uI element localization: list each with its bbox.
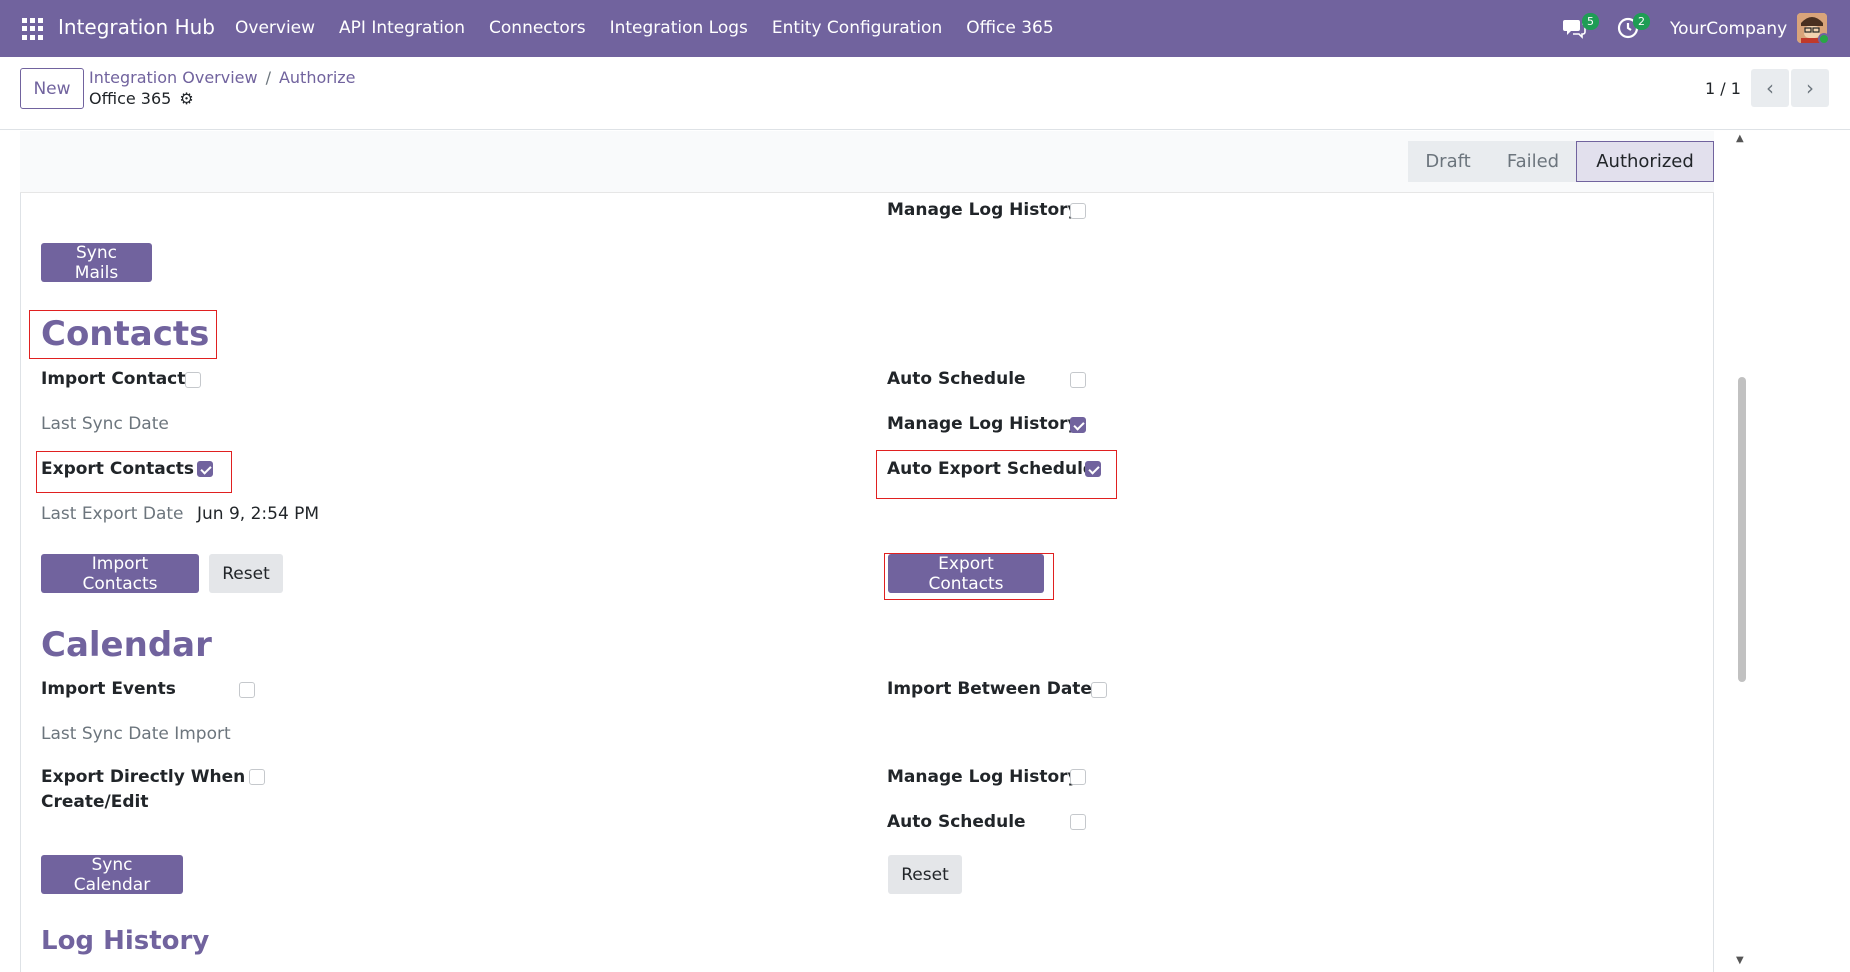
- menu-api-integration[interactable]: API Integration: [339, 18, 465, 38]
- menu-integration-logs[interactable]: Integration Logs: [610, 18, 748, 38]
- contacts-manage-log-history-label: Manage Log History: [887, 414, 1079, 434]
- breadcrumb: Integration Overview / Authorize: [89, 68, 356, 87]
- new-button[interactable]: New: [20, 68, 84, 109]
- contacts-reset-button[interactable]: Reset: [209, 554, 283, 593]
- import-events-checkbox[interactable]: [239, 682, 255, 698]
- calendar-manage-log-history-label: Manage Log History: [887, 767, 1079, 787]
- calendar-heading: Calendar: [41, 625, 212, 665]
- highlight-box-auto-export-schedule: [876, 450, 1117, 499]
- breadcrumb-integration-overview[interactable]: Integration Overview: [89, 68, 258, 87]
- gear-icon[interactable]: ⚙: [179, 89, 193, 108]
- sync-calendar-button[interactable]: Sync Calendar: [41, 855, 183, 895]
- calendar-auto-schedule-label: Auto Schedule: [887, 812, 1026, 832]
- calendar-auto-schedule-checkbox[interactable]: [1070, 814, 1086, 830]
- menu-overview[interactable]: Overview: [235, 18, 315, 38]
- breadcrumb-separator: /: [265, 68, 271, 87]
- import-contact-checkbox[interactable]: [185, 372, 201, 388]
- last-sync-date-import-label: Last Sync Date Import: [41, 724, 231, 744]
- calendar-reset-button[interactable]: Reset: [888, 855, 962, 894]
- last-export-date-label: Last Export Date: [41, 504, 184, 524]
- apps-menu-icon[interactable]: [22, 18, 44, 40]
- import-contact-label: Import Contact: [41, 369, 186, 389]
- calendar-manage-log-history-checkbox[interactable]: [1070, 769, 1086, 785]
- form-sheet: [20, 131, 1714, 972]
- status-failed[interactable]: Failed: [1488, 141, 1578, 182]
- top-navbar: Integration Hub Overview API Integration…: [0, 0, 1850, 57]
- mail-manage-log-history-label: Manage Log History: [887, 200, 1079, 220]
- breadcrumb-authorize[interactable]: Authorize: [279, 68, 356, 87]
- status-authorized[interactable]: Authorized: [1576, 141, 1714, 182]
- export-directly-label-line2: Create/Edit: [41, 792, 149, 812]
- status-draft[interactable]: Draft: [1408, 141, 1488, 182]
- contacts-manage-log-history-checkbox[interactable]: [1070, 417, 1086, 433]
- main-menu: Overview API Integration Connectors Inte…: [235, 18, 1054, 38]
- pager-previous-button[interactable]: ‹: [1751, 69, 1789, 107]
- highlight-box-export-contacts-button: [884, 553, 1054, 600]
- sync-mails-button[interactable]: Sync Mails: [41, 243, 152, 283]
- menu-office-365[interactable]: Office 365: [966, 18, 1053, 38]
- menu-connectors[interactable]: Connectors: [489, 18, 586, 38]
- export-directly-checkbox[interactable]: [249, 769, 265, 785]
- company-switcher[interactable]: YourCompany: [1670, 19, 1787, 39]
- chevron-left-icon: ‹: [1766, 76, 1774, 100]
- log-history-heading: Log History: [41, 926, 210, 956]
- pager-next-button[interactable]: ›: [1791, 69, 1829, 107]
- pager-value[interactable]: 1 / 1: [1705, 79, 1741, 98]
- activities-count-badge: 2: [1633, 13, 1650, 30]
- record-name-text: Office 365: [89, 89, 172, 108]
- import-contacts-button[interactable]: Import Contacts: [41, 554, 199, 594]
- menu-entity-configuration[interactable]: Entity Configuration: [772, 18, 942, 38]
- app-brand[interactable]: Integration Hub: [58, 15, 215, 39]
- highlight-box-contacts-heading: [29, 310, 217, 359]
- contacts-auto-schedule-checkbox[interactable]: [1070, 372, 1086, 388]
- vertical-scrollbar-thumb[interactable]: [1738, 377, 1746, 682]
- import-events-label: Import Events: [41, 679, 176, 699]
- contacts-auto-schedule-label: Auto Schedule: [887, 369, 1026, 389]
- mail-manage-log-history-checkbox[interactable]: [1070, 203, 1086, 219]
- online-status-dot: [1818, 33, 1830, 45]
- import-between-dates-checkbox[interactable]: [1091, 682, 1107, 698]
- scroll-down-arrow-icon[interactable]: ▼: [1736, 955, 1744, 966]
- chevron-right-icon: ›: [1806, 76, 1814, 100]
- record-title: Office 365 ⚙: [89, 89, 194, 108]
- scroll-up-arrow-icon[interactable]: ▲: [1736, 133, 1744, 144]
- control-panel: New Integration Overview / Authorize Offic…: [0, 57, 1850, 130]
- last-export-date-value: Jun 9, 2:54 PM: [197, 504, 320, 524]
- highlight-box-export-contacts: [36, 451, 232, 493]
- messages-count-badge: 5: [1582, 13, 1599, 30]
- export-directly-label: Export Directly When Create/Edit: [41, 767, 245, 812]
- last-sync-date-label: Last Sync Date: [41, 414, 169, 434]
- export-directly-label-line1: Export Directly When: [41, 767, 246, 787]
- import-between-dates-label: Import Between Dates: [887, 679, 1103, 699]
